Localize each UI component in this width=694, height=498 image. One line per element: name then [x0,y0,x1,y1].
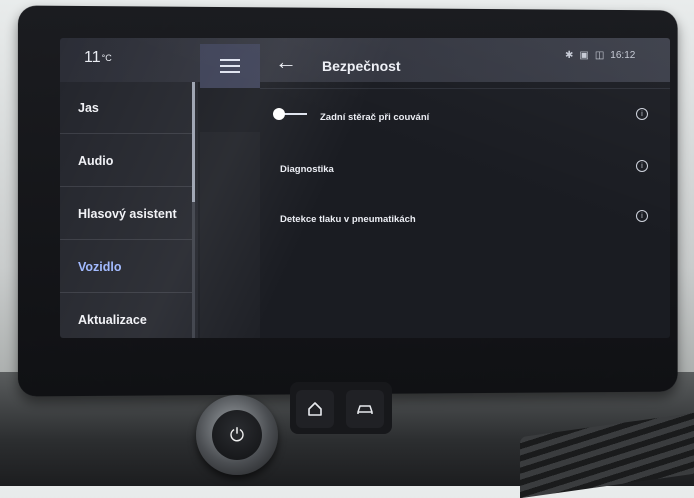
sidebar-item-label: Hlasový asistent [78,206,177,221]
setting-row-diagnostika[interactable]: Diagnostika i [265,148,660,194]
page-title: Bezpečnost [322,58,401,74]
home-icon [308,402,322,416]
bluetooth-icon: ✱ [565,50,574,61]
sidebar-scrollbar[interactable] [192,82,195,338]
power-icon: ⏻ [212,410,262,460]
temperature-value: 11 [84,49,101,66]
hamburger-menu-icon [220,59,240,73]
back-button[interactable]: ← [272,50,300,76]
car-connection-icon: ▣ [579,50,589,61]
menu-column [200,132,260,338]
sidebar-item-label: Vozidlo [78,259,122,274]
arrow-left-icon: ← [275,49,297,74]
header-divider [260,88,670,89]
sidebar-item-jas[interactable]: Jas [60,82,192,134]
info-icon[interactable]: i [636,210,648,222]
temperature-unit: °C [101,53,112,63]
sidebar-item-audio[interactable]: Audio [60,135,192,187]
car-icon [357,405,373,414]
toggle-knob [273,108,285,120]
volume-power-knob[interactable]: ⏻ [196,395,278,475]
settings-sidebar: Jas Audio Hlasový asistent Vozidlo Aktua… [60,82,198,338]
sidebar-item-aktualizace[interactable]: Aktualizace [60,294,192,338]
rear-wiper-toggle[interactable] [273,108,307,120]
setting-label: Detekce tlaku v pneumatikách [280,214,416,225]
status-icons: ✱ ▣ ◫ 16:12 [565,50,635,61]
info-icon[interactable]: i [636,160,648,172]
clock: 16:12 [610,50,636,61]
sidebar-scrollbar-thumb[interactable] [192,82,195,202]
sidebar-item-label: Audio [78,153,114,168]
home-button[interactable] [296,390,334,428]
signal-icon: ◫ [594,50,605,61]
info-icon[interactable]: i [636,108,648,120]
sidebar-item-label: Aktualizace [78,313,147,327]
sidebar-item-vozidlo[interactable]: Vozidlo [60,241,192,293]
sidebar-item-label: Jas [78,100,99,115]
car-button[interactable] [346,390,384,428]
hardware-button-panel [290,382,392,434]
setting-label: Zadní stěrač při couvání [320,112,430,123]
sidebar-item-hlasovy-asistent[interactable]: Hlasový asistent [60,188,192,240]
setting-row-rear-wiper[interactable]: Zadní stěrač při couvání i [265,96,660,142]
outside-temperature[interactable]: 11°C [84,49,112,67]
infotainment-screen: 11°C Jas Audio Hlasový asistent Vozidlo … [60,38,670,338]
setting-row-tire-pressure[interactable]: Detekce tlaku v pneumatikách i [265,198,660,244]
menu-button[interactable] [200,44,260,88]
setting-label: Diagnostika [280,164,334,175]
